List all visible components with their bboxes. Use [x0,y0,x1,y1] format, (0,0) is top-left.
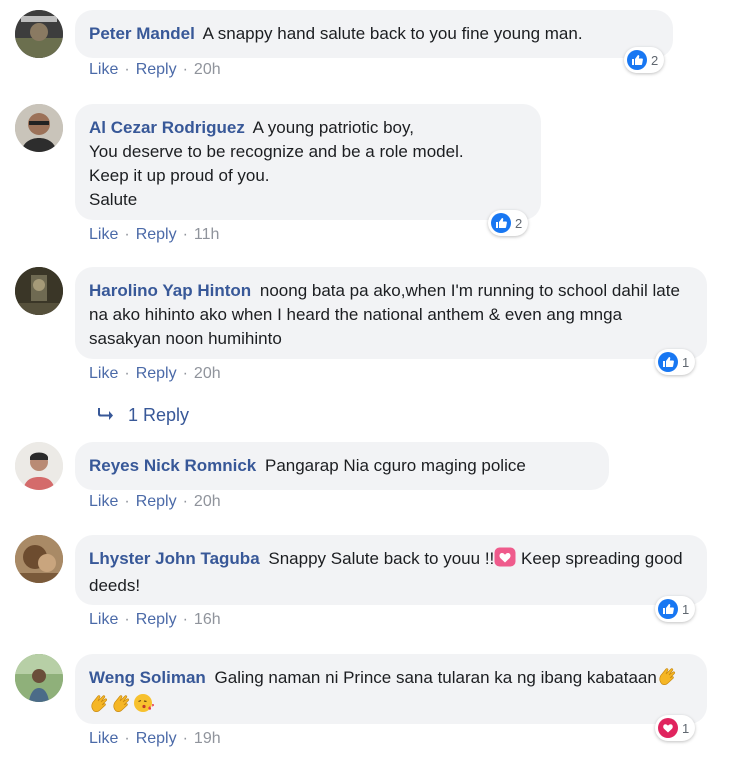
comment-actions: Like · Reply · 20h [89,365,221,382]
comment-actions: Like · Reply · 20h [89,493,221,510]
avatar[interactable] [15,442,63,490]
comment-author[interactable]: Harolino Yap Hinton [89,281,251,300]
reaction-badge[interactable]: 2 [488,210,529,236]
reaction-badge[interactable]: 1 [655,349,696,375]
comment-actions: Like · Reply · 16h [89,611,221,628]
comment-actions: Like · Reply · 20h [89,61,221,78]
timestamp[interactable]: 11h [194,226,220,243]
like-link[interactable]: Like [89,611,118,628]
avatar[interactable] [15,267,63,315]
comment-text: Pangarap Nia cguro maging police [264,456,526,475]
like-link[interactable]: Like [89,730,118,747]
reply-link[interactable]: Reply [136,493,177,510]
clapping-hands-icon [111,693,133,720]
view-replies-link[interactable]: 1 Reply [96,405,189,426]
comment-bubble: Weng Soliman Galing naman ni Prince sana… [75,654,707,724]
comment-author[interactable]: Lhyster John Taguba [89,549,260,568]
reply-link[interactable]: Reply [136,226,177,243]
timestamp[interactable]: 20h [194,365,221,382]
comment-actions: Like · Reply · 11h [89,226,220,243]
reply-link[interactable]: Reply [136,611,177,628]
reaction-count: 1 [682,354,690,370]
comment-bubble: Peter Mandel A snappy hand salute back t… [75,10,673,58]
comment-bubble: Reyes Nick Romnick Pangarap Nia cguro ma… [75,442,609,490]
comment-author[interactable]: Peter Mandel [89,24,195,43]
reaction-badge[interactable]: 2 [624,47,665,73]
comment-text: A snappy hand salute back to you fine yo… [202,24,583,43]
reply-arrow-icon [96,405,114,426]
comment-actions: Like · Reply · 19h [89,730,221,747]
reply-link[interactable]: Reply [136,365,177,382]
avatar[interactable] [15,654,63,702]
comment-author[interactable]: Al Cezar Rodriguez [89,118,245,137]
comment-bubble: Al Cezar Rodriguez A young patriotic boy… [75,104,541,220]
like-link[interactable]: Like [89,365,118,382]
heart-icon [658,718,678,738]
reaction-badge[interactable]: 1 [655,715,696,741]
reply-link[interactable]: Reply [136,61,177,78]
like-link[interactable]: Like [89,226,118,243]
timestamp[interactable]: 19h [194,730,221,747]
avatar[interactable] [15,104,63,152]
reaction-count: 2 [651,52,659,68]
avatar[interactable] [15,535,63,583]
timestamp[interactable]: 16h [194,611,221,628]
reaction-badge[interactable]: 1 [655,596,696,622]
like-icon [491,213,511,233]
view-replies-label: 1 Reply [128,405,190,425]
avatar[interactable] [15,10,63,58]
comment-author[interactable]: Weng Soliman [89,668,206,687]
timestamp[interactable]: 20h [194,61,221,78]
reaction-count: 1 [682,601,690,617]
like-link[interactable]: Like [89,493,118,510]
like-icon [627,50,647,70]
reply-link[interactable]: Reply [136,730,177,747]
like-link[interactable]: Like [89,61,118,78]
clapping-hands-icon [657,666,679,693]
like-icon [658,599,678,619]
like-icon [658,352,678,372]
reaction-count: 1 [682,720,690,736]
timestamp[interactable]: 20h [194,493,221,510]
heart-box-emoji-icon [494,547,516,574]
comment-bubble: Harolino Yap Hinton noong bata pa ako,wh… [75,267,707,359]
comment-author[interactable]: Reyes Nick Romnick [89,456,256,475]
reaction-count: 2 [515,215,523,231]
clapping-hands-icon [89,693,111,720]
comment-bubble: Lhyster John Taguba Snappy Salute back t… [75,535,707,605]
kissing-face-icon [133,693,155,720]
